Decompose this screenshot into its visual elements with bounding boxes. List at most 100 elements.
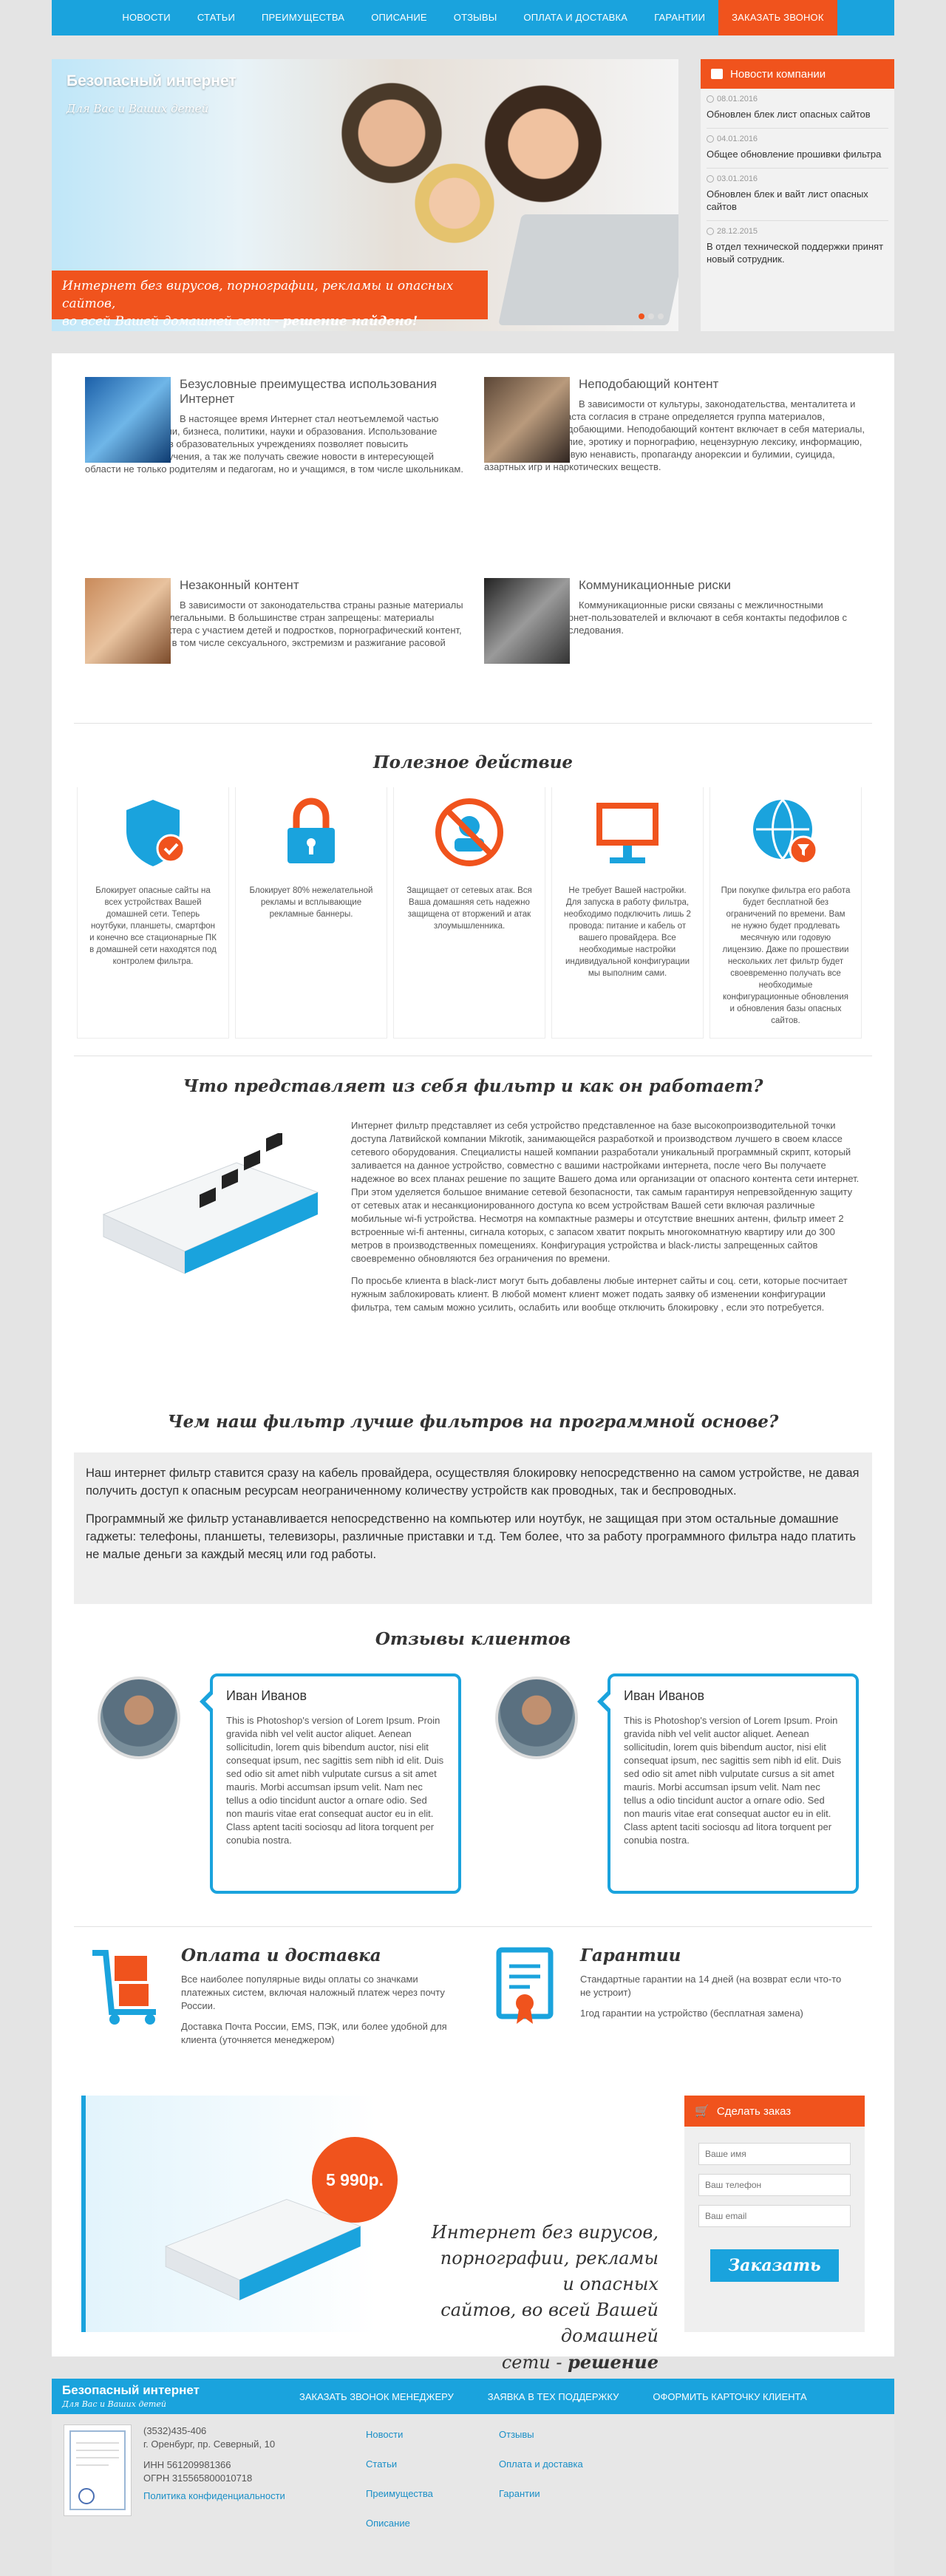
footer-link-payment[interactable]: Оплата и доставка [499, 2458, 583, 2470]
news-item[interactable]: 28.12.2015 В отдел технической поддержки… [707, 221, 888, 273]
feature-text: Блокирует опасные сайты на всех устройст… [89, 886, 217, 966]
nav-advantages[interactable]: ПРЕИМУЩЕСТВА [248, 0, 358, 35]
hero-laptop [498, 214, 678, 325]
router-image [89, 1131, 333, 1281]
slider-dot[interactable] [639, 313, 644, 319]
advantage-title: Безусловные преимущества использования И… [180, 377, 438, 406]
order-submit-button[interactable]: Заказать [710, 2249, 839, 2282]
feature-item: Блокирует 80% нежелательной рекламы и вс… [246, 795, 376, 920]
shield-check-icon [126, 800, 186, 866]
main-content: Безусловные преимущества использования И… [52, 353, 894, 2399]
news-date: 08.01.2016 [717, 95, 758, 103]
price-badge: 5 990р. [312, 2137, 398, 2223]
footer-nav-col2: Отзывы Оплата и доставка Гарантии [499, 2429, 583, 2518]
better-paragraph: Наш интернет фильтр ставится сразу на ка… [86, 1467, 860, 1498]
delivery-text: Доставка Почта России, EMS, ПЭК, или бол… [181, 2021, 447, 2045]
news-text[interactable]: Общее обновление прошивки фильтра [707, 148, 888, 160]
hero-banner-line1: Интернет без вирусов, порнографии, рекла… [62, 279, 454, 311]
top-nav: НОВОСТИ СТАТЬИ ПРЕИМУЩЕСТВА ОПИСАНИЕ ОТЗ… [52, 0, 894, 35]
monitor-icon [596, 803, 659, 863]
nav-description[interactable]: ОПИСАНИЕ [358, 0, 440, 35]
email-field[interactable] [698, 2205, 851, 2227]
nav-news[interactable]: НОВОСТИ [109, 0, 184, 35]
clock-icon [707, 175, 714, 183]
footer: (3532)435-406 г. Оренбург, пр. Северный,… [52, 2414, 894, 2576]
delivery-title: Оплата и доставка [181, 1945, 381, 1965]
review-card: Иван Иванов This is Photoshop's version … [200, 1673, 461, 1894]
slider-dot[interactable] [658, 313, 664, 319]
review-text: This is Photoshop's version of Lorem Ips… [226, 1715, 444, 1846]
order-form: 🛒 Сделать заказ Заказать [684, 2096, 865, 2332]
news-text[interactable]: Обновлен блек и вайт лист опасных сайтов [707, 188, 888, 213]
news-item[interactable]: 08.01.2016 Обновлен блек лист опасных са… [707, 89, 888, 129]
footer-nav-col1: Новости Статьи Преимущества Описание [366, 2429, 433, 2547]
cart-icon: 🛒 [695, 2105, 710, 2118]
clock-icon [707, 228, 714, 235]
news-date: 28.12.2015 [717, 227, 758, 236]
order-header: 🛒 Сделать заказ [684, 2096, 865, 2127]
footer-logo-title: Безопасный интернет [62, 2383, 200, 2397]
feature-item: При покупке фильтра его работа будет бес… [721, 795, 851, 1027]
lock-icon [287, 798, 335, 863]
divider [74, 723, 872, 724]
advantage-image-content [484, 377, 570, 463]
footer-bar: Безопасный интернет Для Вас и Ваших дете… [52, 2379, 894, 2414]
nav-articles[interactable]: СТАТЬИ [184, 0, 248, 35]
nav-reviews[interactable]: ОТЗЫВЫ [440, 0, 511, 35]
filter-title: Что представляет из себя фильтр и как он… [183, 1076, 763, 1096]
news-text[interactable]: В отдел технической поддержки принят нов… [707, 240, 888, 265]
order-title: Сделать заказ [716, 2104, 792, 2118]
promo-text: Интернет без вирусов, порнографии, рекла… [431, 2222, 659, 2399]
advantage-title: Незаконный контент [180, 578, 299, 592]
news-item[interactable]: 04.01.2016 Общее обновление прошивки фил… [707, 129, 888, 169]
news-date: 04.01.2016 [717, 135, 758, 143]
nav-callback-button[interactable]: ЗАКАЗАТЬ ЗВОНОК [718, 0, 837, 35]
router-icon [102, 1131, 319, 1274]
filter-paragraph: Интернет фильтр представляет из себя уст… [351, 1120, 860, 1264]
certificate-document-image [64, 2424, 132, 2516]
footer-actions: ЗАКАЗАТЬ ЗВОНОК МЕНЕДЖЕРУ ЗАЯВКА В ТЕХ П… [299, 2379, 807, 2414]
footer-inn: ИНН 561209981366 [143, 2459, 231, 2470]
clock-icon [707, 95, 714, 103]
call-manager-link[interactable]: ЗАКАЗАТЬ ЗВОНОК МЕНЕДЖЕРУ [299, 2391, 454, 2402]
nav-warranty[interactable]: ГАРАНТИИ [641, 0, 718, 35]
review-card: Иван Иванов This is Photoshop's version … [597, 1673, 859, 1894]
support-request-link[interactable]: ЗАЯВКА В ТЕХ ПОДДЕРЖКУ [488, 2391, 619, 2402]
news-item[interactable]: 03.01.2016 Обновлен блек и вайт лист опа… [707, 169, 888, 221]
clock-icon [707, 135, 714, 143]
nav-payment-delivery[interactable]: ОПЛАТА И ДОСТАВКА [510, 0, 641, 35]
name-field[interactable] [698, 2143, 851, 2165]
reviewer-name: Иван Иванов [226, 1688, 307, 1703]
hero-slider: Безопасный интернет Для Вас и Ваших дете… [52, 59, 678, 331]
slider-dots [639, 313, 664, 319]
news-title: Новости компании [730, 67, 826, 81]
footer-link-advantages[interactable]: Преимущества [366, 2488, 433, 2499]
footer-link-reviews[interactable]: Отзывы [499, 2429, 583, 2440]
filter-text: Интернет фильтр представляет из себя уст… [351, 1119, 861, 1323]
footer-logo-subtitle: Для Вас и Ваших детей [62, 2399, 166, 2409]
better-title: Чем наш фильтр лучше фильтров на програм… [167, 1412, 779, 1432]
news-date: 03.01.2016 [717, 174, 758, 183]
document-icon [69, 2430, 126, 2510]
phone-field[interactable] [698, 2174, 851, 2196]
reviews-title: Отзывы клиентов [375, 1629, 571, 1649]
divider [74, 1926, 872, 1927]
warranty-title: Гарантии [580, 1945, 681, 1965]
delivery-block: Оплата и доставка Все наиболее популярны… [85, 1945, 455, 2047]
hero-photo-woman [466, 74, 621, 229]
footer-link-news[interactable]: Новости [366, 2429, 433, 2440]
footer-link-warranty[interactable]: Гарантии [499, 2488, 583, 2499]
advantage-block: Коммуникационные риски Коммуникационные … [484, 578, 868, 664]
news-text[interactable]: Обновлен блек лист опасных сайтов [707, 108, 888, 120]
globe-filter-icon [753, 798, 818, 865]
slider-dot[interactable] [648, 313, 654, 319]
footer-link-description[interactable]: Описание [366, 2518, 433, 2529]
advantage-block: Безусловные преимущества использования И… [85, 377, 469, 475]
advantage-block: Незаконный контент В зависимости от зако… [85, 578, 469, 664]
reviewer-name: Иван Иванов [624, 1688, 705, 1703]
feature-item: Блокирует опасные сайты на всех устройст… [88, 795, 218, 968]
feature-item: Не требует Вашей настройки. Для запуска … [562, 795, 693, 979]
client-card-link[interactable]: ОФОРМИТЬ КАРТОЧКУ КЛИЕНТА [653, 2391, 806, 2402]
privacy-policy-link[interactable]: Политика конфиденциальности [143, 2490, 285, 2501]
footer-link-articles[interactable]: Статьи [366, 2458, 433, 2470]
